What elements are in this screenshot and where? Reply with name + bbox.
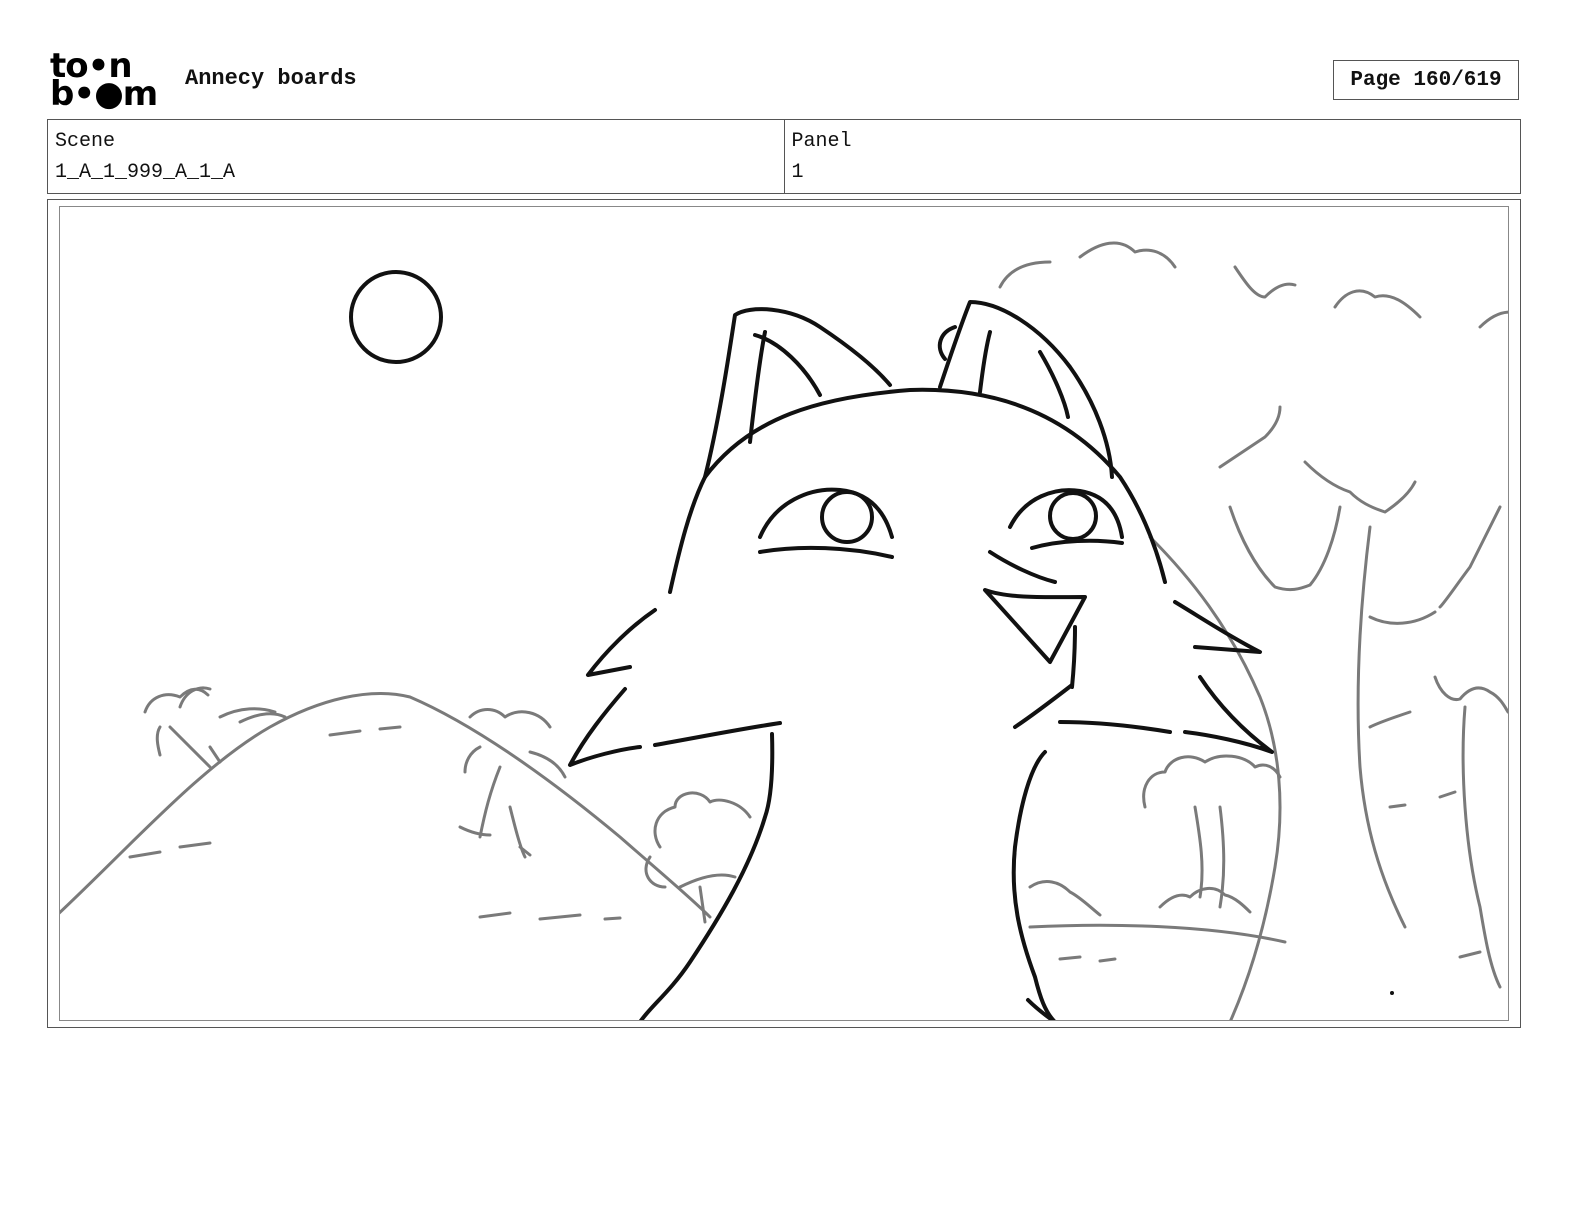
scene-label: Scene — [55, 130, 116, 153]
scene-panel-info: Scene 1_A_1_999_A_1_A Panel 1 — [47, 119, 1521, 194]
scene-cell: Scene 1_A_1_999_A_1_A — [48, 120, 784, 193]
toonboom-logo: to•n b•●m — [50, 49, 164, 114]
right-eye-lid — [1008, 488, 1124, 539]
bush-sketch — [644, 791, 752, 924]
background-sketch — [60, 241, 1508, 1020]
panel-cell: Panel 1 — [783, 120, 1521, 193]
logo-line-bottom: b•●m — [50, 74, 158, 114]
panel-frame — [59, 206, 1509, 1021]
far-bushes-sketch — [1028, 754, 1287, 944]
page-indicator: Page 160/619 — [1333, 60, 1519, 100]
moon-circle — [349, 270, 443, 364]
left-eye-pupil — [820, 490, 874, 544]
panel-label: Panel — [791, 130, 852, 153]
head-outline — [668, 387, 1167, 594]
tree-trunk-sketch — [1356, 525, 1502, 989]
project-title: Annecy boards — [185, 66, 357, 91]
right-cheek-fur — [1013, 600, 1274, 754]
right-ear — [938, 300, 1114, 479]
left-cheek-fur — [568, 608, 782, 767]
scene-value: 1_A_1_999_A_1_A — [55, 161, 236, 184]
left-ear — [703, 307, 892, 479]
character-sketch — [349, 270, 1274, 1020]
nose — [983, 588, 1087, 664]
storyboard-sketch — [60, 241, 1508, 1020]
panel-value: 1 — [791, 161, 804, 184]
right-eye-pupil — [1048, 491, 1098, 541]
palm-tree-left — [143, 686, 222, 769]
neck-right — [1011, 750, 1056, 1020]
